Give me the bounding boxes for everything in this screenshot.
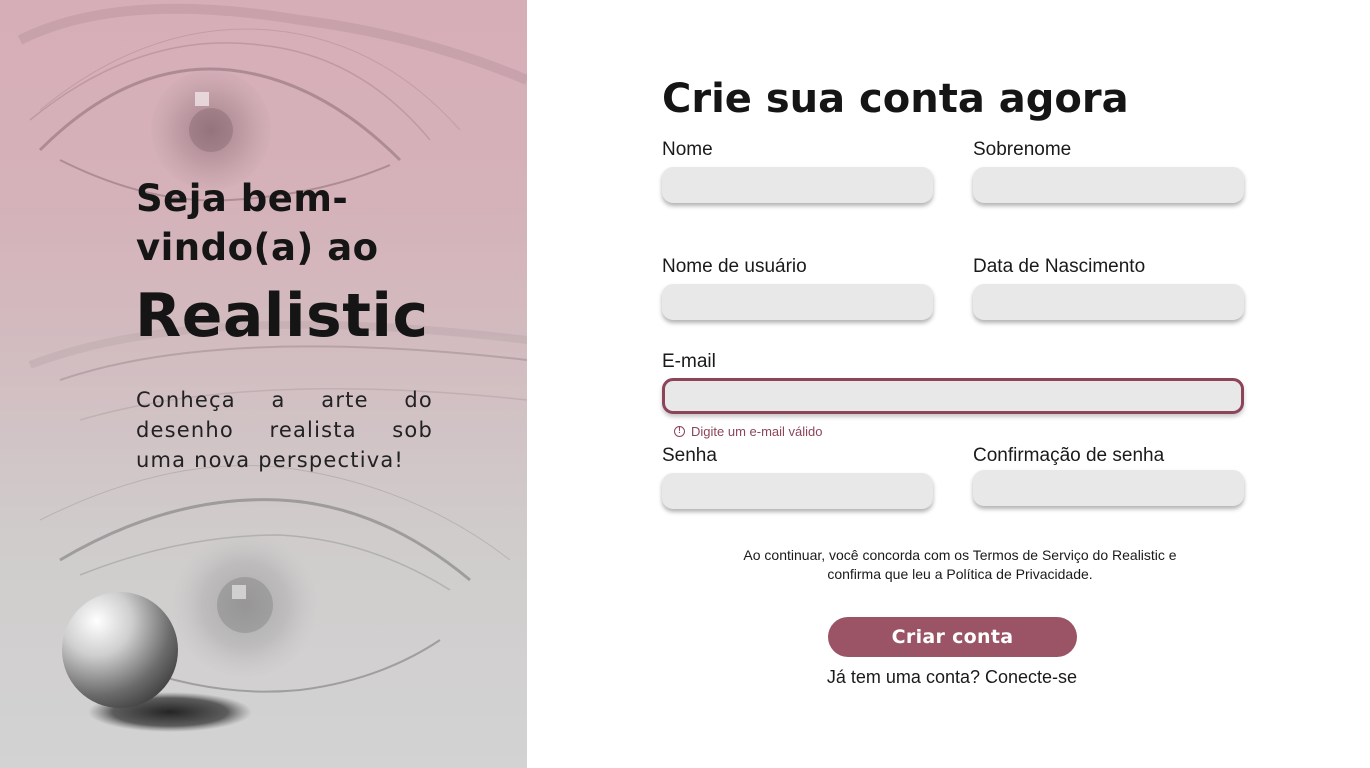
username-label: Nome de usuário bbox=[662, 256, 807, 277]
password-confirm-label: Confirmação de senha bbox=[973, 445, 1165, 466]
birth-date-input[interactable] bbox=[973, 284, 1244, 320]
last-name-label: Sobrenome bbox=[973, 139, 1072, 160]
email-label: E-mail bbox=[662, 351, 716, 372]
welcome-heading: Seja bem-vindo(a) ao bbox=[136, 177, 379, 269]
login-prompt-text: Já tem uma conta? bbox=[826, 667, 980, 687]
shaded-sphere bbox=[62, 592, 178, 708]
email-error-message: ! Digite um e-mail válido bbox=[674, 423, 823, 439]
top-eye-sketch bbox=[17, 3, 527, 202]
first-name-label: Nome bbox=[662, 139, 713, 160]
brand-name: Realistic bbox=[135, 281, 429, 351]
username-input[interactable] bbox=[662, 284, 933, 320]
birth-date-label: Data de Nascimento bbox=[973, 256, 1146, 277]
info-circle-icon: ! bbox=[674, 425, 685, 437]
form-title: Crie sua conta agora bbox=[662, 76, 1129, 122]
tagline: Conheça a arte do desenho realista sob u… bbox=[136, 388, 433, 472]
password-confirm-input[interactable] bbox=[973, 470, 1244, 506]
create-account-button[interactable]: Criar conta bbox=[828, 617, 1077, 657]
login-link[interactable]: Conecte-se bbox=[985, 667, 1077, 687]
eye-sketch-illustration bbox=[17, 3, 527, 732]
password-input[interactable] bbox=[662, 473, 933, 509]
login-prompt: Já tem uma conta? Conecte-se bbox=[800, 665, 1104, 689]
first-name-input[interactable] bbox=[662, 167, 933, 203]
last-name-input[interactable] bbox=[973, 167, 1244, 203]
email-input[interactable] bbox=[662, 378, 1244, 414]
terms-notice: Ao continuar, você concorda com os Termo… bbox=[743, 547, 1177, 582]
email-error-text: Digite um e-mail válido bbox=[691, 423, 823, 439]
password-label: Senha bbox=[662, 445, 717, 466]
hero-panel: Seja bem-vindo(a) ao Realistic Conheça a… bbox=[0, 0, 527, 768]
